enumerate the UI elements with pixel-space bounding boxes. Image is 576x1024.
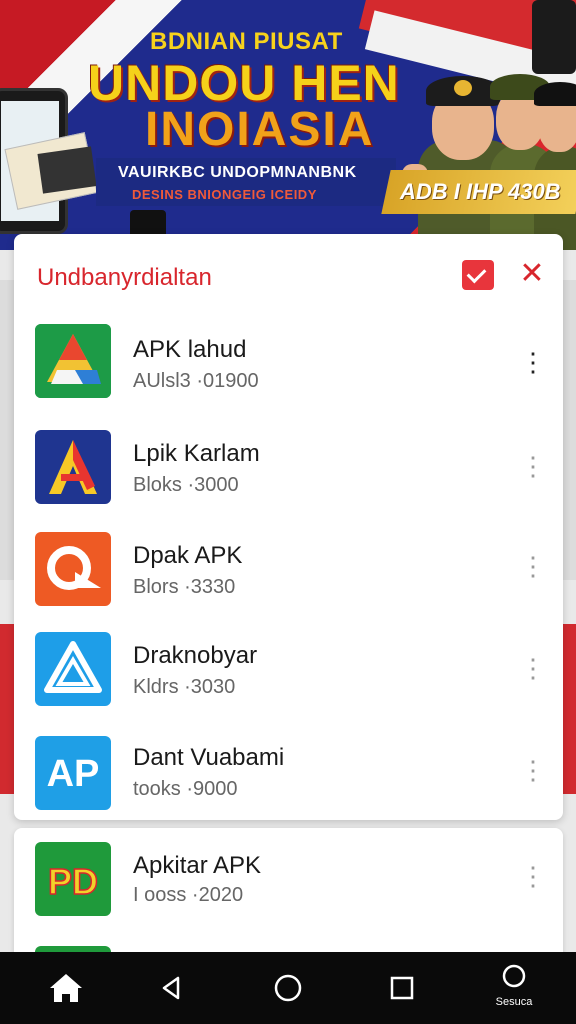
secondary-list-card: PD PD Apkitar APK I ooss ·2020 ⋮ (14, 828, 563, 963)
downloads-panel: Undbanyrdialtan ✕ APK lahud AUlsl3 ·0190… (14, 234, 563, 820)
list-item[interactable]: APK lahud AUlsl3 ·01900 ⋮ (14, 316, 563, 416)
more-options-icon[interactable]: ⋮ (520, 446, 546, 486)
list-item[interactable]: PD PD Apkitar APK I ooss ·2020 ⋮ (14, 828, 563, 928)
pd-icon: PD PD (35, 842, 111, 916)
more-options-icon[interactable]: ⋮ (520, 856, 546, 896)
list-item[interactable]: Dpak APK Blors ·3330 ⋮ (14, 520, 563, 620)
blue-triangle-icon (35, 632, 111, 706)
item-meta: Bloks ·3000 (133, 474, 239, 496)
panel-header: Undbanyrdialtan ✕ (14, 234, 563, 316)
svg-text:AP: AP (47, 753, 100, 795)
ap-icon: AP (35, 736, 111, 810)
item-meta: AUlsl3 ·01900 (133, 370, 259, 392)
item-meta: I ooss ·2020 (133, 884, 244, 906)
item-meta: tooks ·9000 (133, 778, 238, 800)
svg-text:PD: PD (48, 861, 98, 902)
mail-icon[interactable] (462, 260, 494, 290)
item-name: Lpik Karlam (133, 440, 260, 467)
home-icon[interactable] (42, 966, 90, 1010)
item-meta: Kldrs ·3030 (133, 676, 236, 698)
item-name: Draknobyar (133, 642, 258, 669)
promo-banner[interactable]: BDNIAN PIUSAT UNDOU HEN INOIASIA VAUIRKB… (0, 0, 576, 250)
item-meta: Blors ·3330 (133, 576, 236, 598)
nav-label: Sesuca (495, 996, 533, 1008)
item-name: APK lahud (133, 336, 247, 363)
banner-headline-2: INOIASIA (145, 103, 375, 156)
item-name: Dant Vuabami (133, 744, 285, 771)
list-item[interactable]: AP Dant Vuabami tooks ·9000 ⋮ (14, 724, 563, 820)
item-name: Dpak APK (133, 542, 243, 569)
list-item[interactable]: Draknobyar Kldrs ·3030 ⋮ (14, 622, 563, 722)
banner-subtitle-2: DESINS BNIONGEIG ICEIDY (132, 187, 317, 202)
orange-q-icon (35, 532, 111, 606)
panel-title: Undbanyrdialtan (37, 264, 212, 291)
more-options-icon[interactable]: ⋮ (520, 342, 546, 382)
more-options-icon[interactable]: ⋮ (520, 546, 546, 586)
overview-square-icon[interactable] (378, 966, 426, 1010)
system-navigation-bar (0, 952, 576, 1024)
banner-kicker: BDNIAN PIUSAT (150, 28, 343, 55)
back-icon[interactable] (148, 966, 196, 1010)
banner-subtitle: VAUIRKBC UNDOPMNANBNK (118, 164, 357, 181)
more-options-icon[interactable]: ⋮ (520, 750, 546, 790)
soldier-figure (534, 66, 576, 250)
item-name: Apkitar APK (133, 852, 262, 879)
newspaper-photo-image (37, 146, 97, 194)
list-item[interactable]: Lpik Karlam Bloks ·3000 ⋮ (14, 418, 563, 518)
drive-style-triangle-icon (35, 324, 111, 398)
more-options-icon[interactable]: ⋮ (520, 648, 546, 688)
price-label: ADB I IHP 430B (400, 179, 561, 204)
letter-a-icon (35, 430, 111, 504)
close-icon[interactable]: ✕ (516, 258, 548, 290)
recents-home-circle-icon[interactable] (264, 966, 312, 1010)
